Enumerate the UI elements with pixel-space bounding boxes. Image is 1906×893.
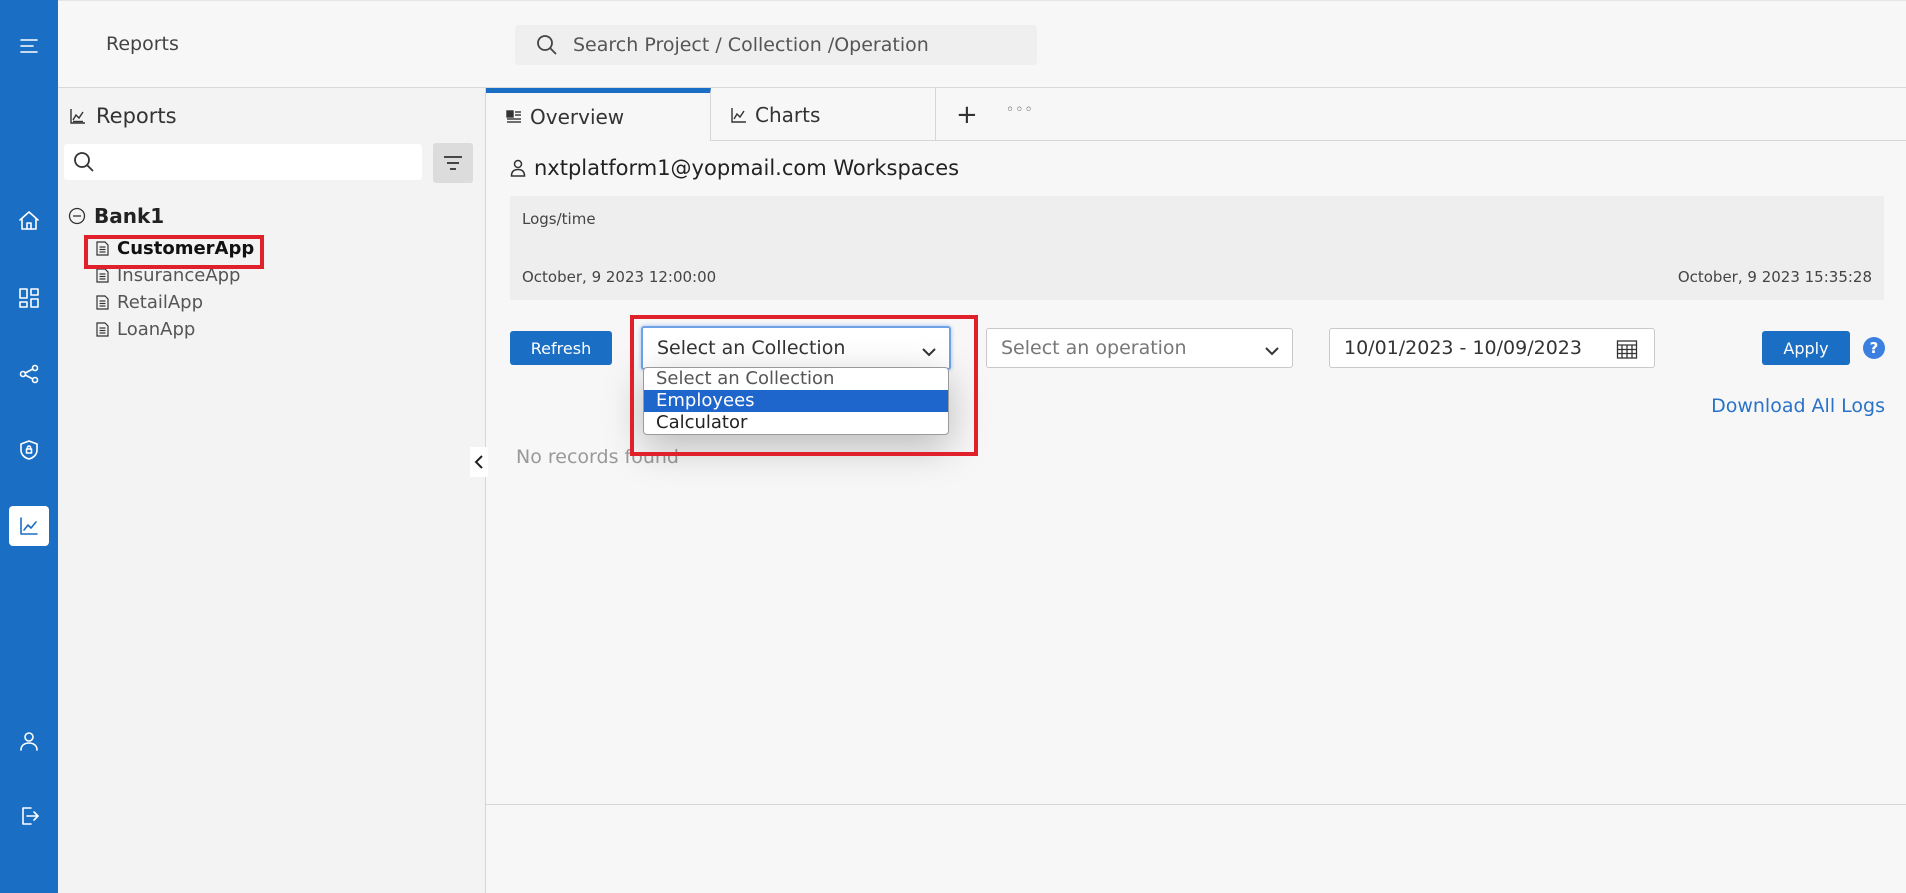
operation-select[interactable]: Select an operation	[986, 328, 1293, 368]
tree-item-label: RetailApp	[117, 291, 204, 313]
chart-icon	[731, 107, 746, 123]
shield-icon[interactable]	[9, 430, 49, 470]
collapse-panel-button[interactable]	[470, 447, 488, 477]
collection-option-highlighted[interactable]: Employees	[644, 390, 948, 412]
collection-option[interactable]: Select an Collection	[644, 368, 948, 390]
refresh-button[interactable]: Refresh	[510, 331, 612, 365]
help-icon[interactable]: ?	[1863, 337, 1885, 359]
app-title: Reports	[106, 33, 179, 55]
chevron-down-icon	[921, 342, 937, 357]
collapse-circle-icon[interactable]	[68, 207, 86, 225]
logs-start-time: October, 9 2023 12:00:00	[522, 268, 717, 286]
home-icon[interactable]	[9, 201, 49, 241]
filter-icon	[444, 156, 462, 170]
reports-sidebar: Reports Bank1 CustomerApp InsuranceApp R…	[58, 88, 486, 893]
share-icon[interactable]	[9, 354, 49, 394]
tree-item-label: LoanApp	[117, 318, 196, 340]
search-icon	[537, 35, 557, 55]
document-icon	[96, 240, 109, 256]
tree-item-customerapp[interactable]: CustomerApp	[96, 235, 254, 261]
chart-icon[interactable]	[9, 506, 49, 546]
tree-item-label: CustomerApp	[117, 237, 255, 259]
user-icon	[510, 159, 526, 177]
sidebar-search-input[interactable]	[102, 153, 412, 171]
workspace-title: nxtplatform1@yopmail.com Workspaces	[510, 156, 959, 180]
collection-select-value: Select an Collection	[657, 337, 846, 359]
tree-root-label: Bank1	[94, 204, 165, 228]
tree-root-bank1[interactable]: Bank1	[68, 204, 164, 228]
empty-state-message: No records found	[516, 446, 679, 468]
collection-option[interactable]: Calculator	[644, 412, 948, 434]
document-icon	[96, 267, 109, 283]
add-tab-button[interactable]: +	[956, 100, 978, 130]
sidebar-search[interactable]	[64, 144, 422, 180]
calendar-icon[interactable]	[1616, 339, 1638, 359]
tree-item-loanapp[interactable]: LoanApp	[96, 316, 195, 342]
sidebar-title: Reports	[96, 104, 177, 128]
date-range-input[interactable]: 10/01/2023 - 10/09/2023	[1329, 328, 1655, 368]
filter-button[interactable]	[433, 143, 473, 183]
search-icon	[74, 152, 94, 172]
sidebar-header: Reports	[70, 104, 177, 128]
logs-timeline: Logs/time October, 9 2023 12:00:00 Octob…	[510, 196, 1884, 300]
workspace-label: nxtplatform1@yopmail.com Workspaces	[534, 156, 960, 180]
tab-label: Overview	[530, 105, 625, 129]
collection-dropdown-list: Select an Collection Employees Calculato…	[643, 367, 949, 435]
logout-icon[interactable]	[9, 796, 49, 836]
apply-button[interactable]: Apply	[1762, 331, 1850, 365]
dashboard-icon[interactable]	[9, 278, 49, 318]
tab-overview[interactable]: Overview	[486, 88, 711, 141]
content-divider	[486, 804, 1906, 805]
download-all-logs-link[interactable]: Download All Logs	[1711, 395, 1885, 417]
tree-item-insuranceapp[interactable]: InsuranceApp	[96, 262, 240, 288]
menu-icon[interactable]	[9, 26, 49, 66]
document-icon	[96, 294, 109, 310]
tab-bar: Overview Charts + ◦◦◦	[486, 88, 1906, 141]
tab-label: Charts	[755, 102, 821, 127]
tree-item-retailapp[interactable]: RetailApp	[96, 289, 203, 315]
overview-icon	[506, 110, 521, 123]
chevron-down-icon	[1264, 341, 1280, 356]
operation-select-value: Select an operation	[1001, 337, 1187, 359]
global-search-input[interactable]	[573, 34, 1013, 56]
logs-title: Logs/time	[522, 210, 596, 228]
top-bar: Reports	[58, 0, 1906, 88]
logs-end-time: October, 9 2023 15:35:28	[1677, 268, 1872, 286]
document-icon	[96, 321, 109, 337]
chart-icon	[70, 109, 85, 124]
global-search[interactable]	[515, 25, 1037, 65]
date-range-value: 10/01/2023 - 10/09/2023	[1344, 337, 1582, 359]
collection-select[interactable]: Select an Collection	[641, 326, 951, 370]
tab-charts[interactable]: Charts	[711, 88, 936, 141]
user-icon[interactable]	[9, 721, 49, 761]
more-options-icon[interactable]: ◦◦◦	[1006, 102, 1034, 118]
tree-item-label: InsuranceApp	[117, 264, 241, 286]
chevron-left-icon	[474, 455, 483, 469]
left-nav-rail	[0, 0, 58, 893]
